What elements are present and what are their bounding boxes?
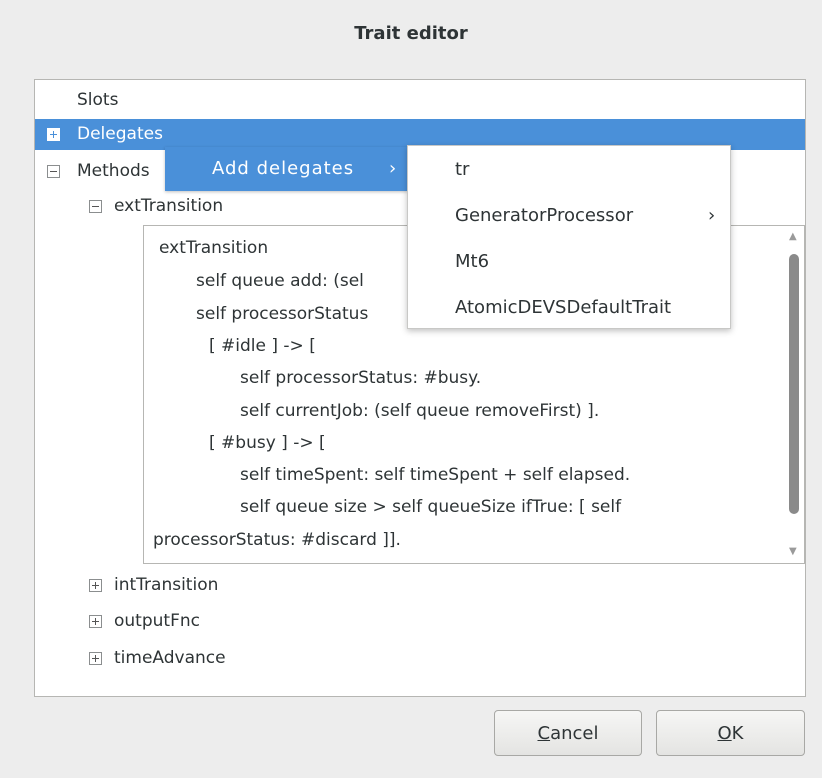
menu-item-add-delegates[interactable]: Add delegates › (165, 147, 408, 191)
expand-icon[interactable] (89, 579, 102, 592)
code-line: processorStatus: #discard ]]. (153, 530, 401, 550)
tree-item-label: Slots (77, 90, 119, 110)
menu-item-label: tr (455, 159, 470, 180)
scrollbar-thumb[interactable] (789, 254, 799, 514)
expand-icon[interactable] (89, 615, 102, 628)
tree-item-label: timeAdvance (114, 648, 226, 668)
menu-item-label: Mt6 (455, 251, 490, 272)
code-line: [ #busy ] -> [ (209, 433, 326, 453)
tree-item-int-transition[interactable]: intTransition (35, 570, 805, 601)
ok-button[interactable]: OK (656, 710, 805, 756)
submenu-item-generator-processor[interactable]: GeneratorProcessor › (408, 193, 730, 239)
ok-mnemonic: O (717, 722, 732, 744)
submenu-item-atomic-devs-default-trait[interactable]: AtomicDEVSDefaultTrait (408, 285, 730, 331)
expand-icon[interactable] (89, 652, 102, 665)
tree-item-label: extTransition (114, 196, 224, 216)
ok-label-rest: K (731, 722, 744, 744)
vertical-scrollbar[interactable]: ▲ ▼ (784, 226, 804, 563)
code-line: self currentJob: (self queue removeFirst… (240, 401, 600, 421)
code-line: self queue size > self queueSize ifTrue:… (240, 497, 622, 517)
code-line: self processorStatus (196, 304, 369, 324)
tree-item-slots[interactable]: Slots (35, 85, 805, 116)
collapse-icon[interactable] (47, 165, 60, 178)
collapse-icon[interactable] (89, 200, 102, 213)
expand-icon[interactable] (47, 128, 60, 141)
tree-item-label: Delegates (77, 124, 163, 144)
code-line: self queue add: (sel (196, 271, 364, 291)
menu-item-label: Add delegates (212, 158, 355, 179)
submenu-item-mt6[interactable]: Mt6 (408, 239, 730, 285)
code-line: extTransition (159, 238, 269, 258)
tree-item-output-fnc[interactable]: outputFnc (35, 606, 805, 637)
delegates-submenu: tr GeneratorProcessor › Mt6 AtomicDEVSDe… (407, 145, 731, 329)
tree-item-label: intTransition (114, 575, 219, 595)
code-line: [ #idle ] -> [ (209, 336, 316, 356)
code-line: self processorStatus: #busy. (240, 368, 482, 388)
submenu-item-tr[interactable]: tr (408, 147, 730, 193)
tree-item-label: Methods (77, 161, 150, 181)
cancel-button[interactable]: Cancel (494, 710, 642, 756)
scroll-down-icon[interactable]: ▼ (789, 547, 797, 557)
tree-item-label: outputFnc (114, 611, 200, 631)
scroll-up-icon[interactable]: ▲ (789, 232, 797, 242)
dialog-title: Trait editor (354, 22, 468, 44)
menu-item-label: AtomicDEVSDefaultTrait (455, 297, 672, 318)
cancel-label-rest: ancel (550, 722, 599, 744)
chevron-right-icon: › (708, 205, 716, 226)
tree-item-time-advance[interactable]: timeAdvance (35, 643, 805, 674)
code-line: self timeSpent: self timeSpent + self el… (240, 465, 631, 485)
chevron-right-icon: › (389, 158, 397, 179)
title-bar[interactable]: Trait editor (0, 0, 822, 66)
cancel-mnemonic: C (537, 722, 551, 744)
menu-item-label: GeneratorProcessor (455, 205, 634, 226)
